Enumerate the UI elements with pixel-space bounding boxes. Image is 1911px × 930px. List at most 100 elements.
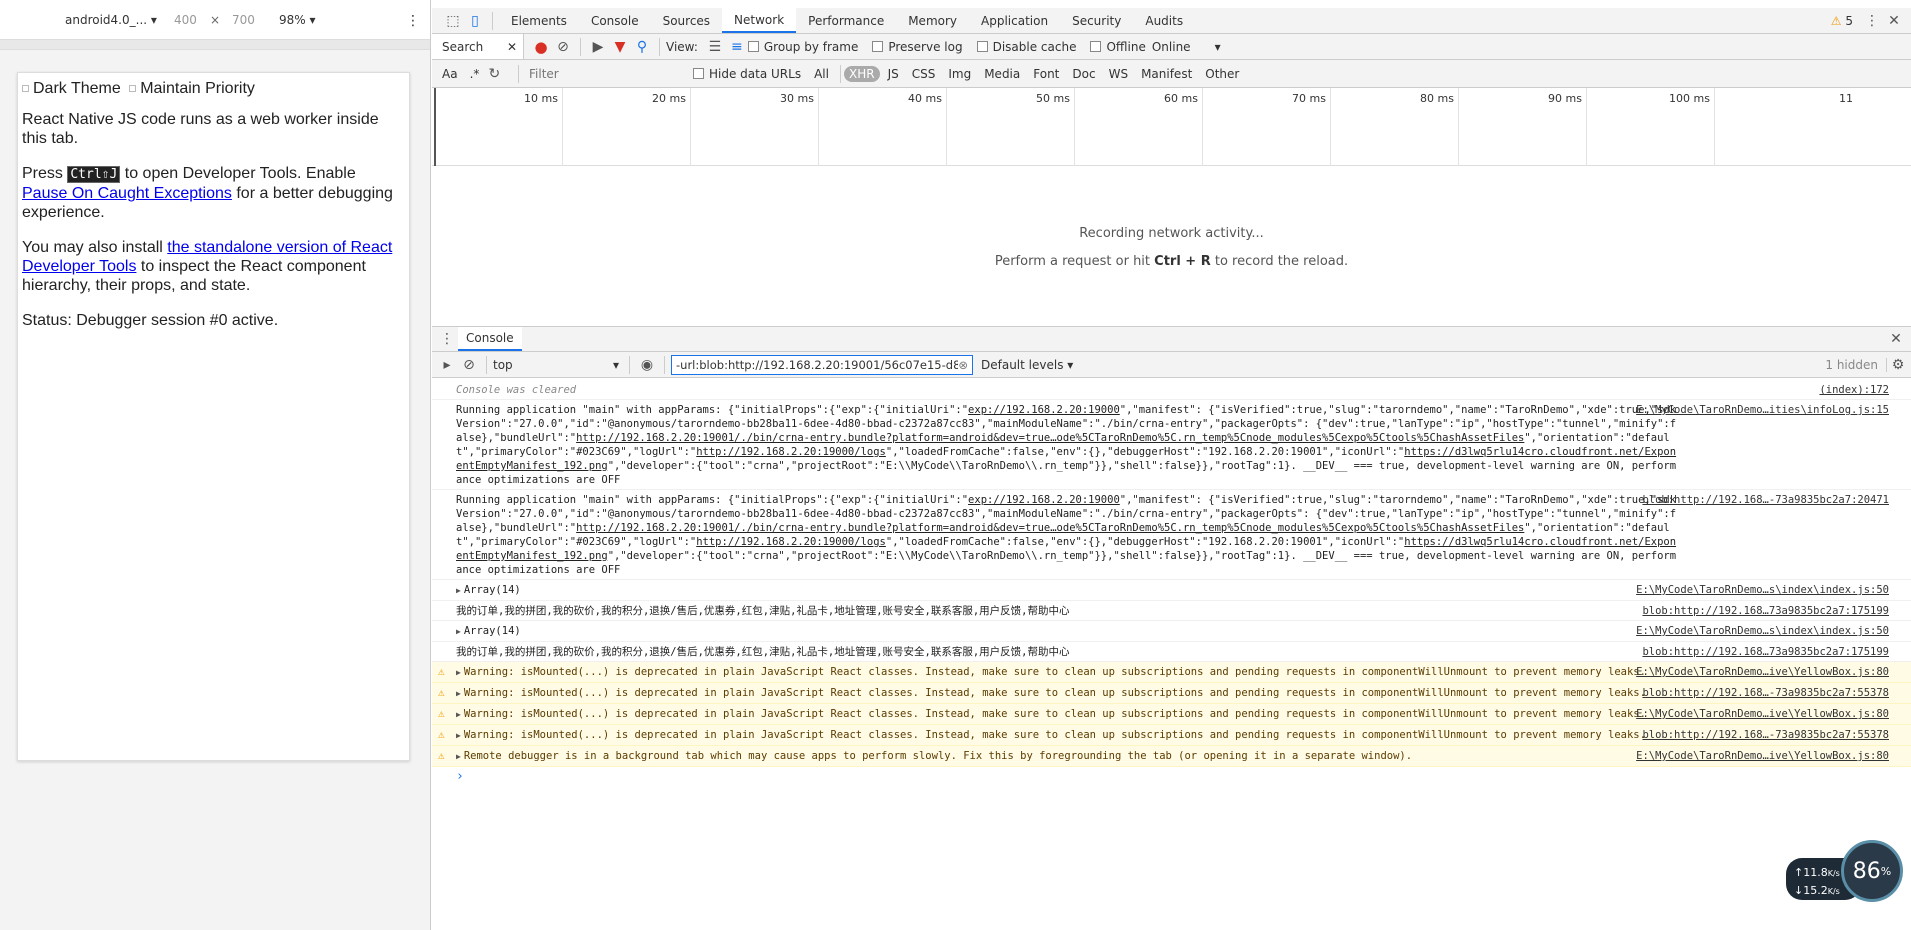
- console-prompt[interactable]: ›: [432, 767, 1911, 786]
- source-link[interactable]: E:\MyCode\TaroRnDemo…s\index\index.js:50: [1636, 583, 1889, 597]
- tab-elements[interactable]: Elements: [499, 8, 579, 33]
- tab-security[interactable]: Security: [1060, 8, 1133, 33]
- view-label: View:: [666, 39, 698, 54]
- throttle-select[interactable]: Online ▾: [1152, 40, 1221, 54]
- checkbox-icon[interactable]: [129, 85, 137, 93]
- timeline-tick: 40 ms: [818, 88, 946, 166]
- device-select[interactable]: android4.0_... ▾: [65, 13, 157, 27]
- filter-font[interactable]: Font: [1028, 66, 1064, 82]
- tab-memory[interactable]: Memory: [896, 8, 969, 33]
- gear-icon[interactable]: ⚙: [1887, 354, 1909, 376]
- filter-doc[interactable]: Doc: [1067, 66, 1100, 82]
- warning-icon: ⚠: [438, 665, 445, 678]
- inspect-icon[interactable]: ⬚: [442, 10, 464, 32]
- tab-performance[interactable]: Performance: [796, 8, 896, 33]
- timeline-tick: 20 ms: [562, 88, 690, 166]
- close-icon[interactable]: ✕: [1883, 10, 1905, 32]
- source-link[interactable]: E:\MyCode\TaroRnDemo…ities\infoLog.js:15: [1636, 403, 1889, 417]
- clear-console-icon[interactable]: ⊘: [458, 354, 480, 376]
- filter-img[interactable]: Img: [943, 66, 976, 82]
- offline-checkbox[interactable]: Offline: [1090, 40, 1146, 54]
- camera-icon[interactable]: ▶: [587, 36, 609, 58]
- waterfall-icon[interactable]: ≡: [726, 36, 748, 58]
- source-link[interactable]: blob:http://192.168…-73a9835bc2a7:20471: [1642, 493, 1889, 507]
- ruler: [0, 40, 430, 50]
- filter-manifest[interactable]: Manifest: [1136, 66, 1197, 82]
- console-message[interactable]: ▶ Array(14) E:\MyCode\TaroRnDemo…s\index\i…: [432, 621, 1911, 642]
- source-link[interactable]: E:\MyCode\TaroRnDemo…ive\YellowBox.js:80: [1636, 749, 1889, 763]
- sidebar-toggle-icon[interactable]: ▸: [436, 354, 458, 376]
- source-link[interactable]: E:\MyCode\TaroRnDemo…ive\YellowBox.js:80: [1636, 665, 1889, 679]
- warning-icon: ⚠: [1830, 13, 1842, 28]
- filter-all[interactable]: All: [809, 66, 834, 82]
- filter-media[interactable]: Media: [979, 66, 1025, 82]
- theme-line: Dark Theme Maintain Priority: [22, 79, 405, 98]
- record-icon[interactable]: ●: [530, 36, 552, 58]
- more-icon[interactable]: ⋮: [406, 13, 420, 29]
- console-warning[interactable]: ⚠ ▶ Remote debugger is in a background tab…: [432, 746, 1911, 767]
- height-input[interactable]: 700: [232, 13, 255, 27]
- tab-application[interactable]: Application: [969, 8, 1060, 33]
- hidden-count: 1 hidden: [1825, 357, 1887, 372]
- tab-console[interactable]: Console: [579, 8, 651, 33]
- close-icon[interactable]: ✕: [1885, 328, 1907, 350]
- drawer-header: ⋮ Console ✕: [432, 326, 1911, 352]
- context-select[interactable]: top ▾: [493, 358, 623, 372]
- width-input[interactable]: 400: [174, 13, 197, 27]
- match-case-button[interactable]: Aa: [442, 67, 458, 81]
- source-link[interactable]: blob:http://192.168…73a9835bc2a7:175199: [1642, 645, 1889, 659]
- filter-css[interactable]: CSS: [907, 66, 941, 82]
- pause-exceptions-link[interactable]: Pause On Caught Exceptions: [22, 185, 232, 202]
- source-link[interactable]: (index):172: [1819, 383, 1889, 397]
- console-warning[interactable]: ⚠ ▶ Warning: isMounted(...) is deprecated …: [432, 704, 1911, 725]
- filter-xhr[interactable]: XHR: [843, 65, 880, 82]
- refresh-icon[interactable]: ↻: [483, 63, 505, 85]
- group-by-frame-checkbox[interactable]: Group by frame: [747, 40, 858, 54]
- eye-icon[interactable]: ◉: [636, 354, 658, 376]
- source-link[interactable]: blob:http://192.168…-73a9835bc2a7:55378: [1642, 728, 1889, 742]
- search-icon[interactable]: ⚲: [631, 36, 653, 58]
- zoom-select[interactable]: 98% ▾: [279, 13, 316, 27]
- device-toggle-icon[interactable]: ▯: [464, 10, 486, 32]
- list-view-icon[interactable]: ☰: [704, 36, 726, 58]
- disable-cache-checkbox[interactable]: Disable cache: [976, 40, 1076, 54]
- filter-js[interactable]: JS: [883, 66, 904, 82]
- search-panel-tab[interactable]: Search ✕: [432, 34, 524, 59]
- timeline-tick: 90 ms: [1458, 88, 1586, 166]
- clear-icon[interactable]: ⊘: [552, 36, 574, 58]
- tab-audits[interactable]: Audits: [1133, 8, 1195, 33]
- filter-ws[interactable]: WS: [1104, 66, 1133, 82]
- preserve-log-checkbox[interactable]: Preserve log: [872, 40, 963, 54]
- hide-data-urls-checkbox[interactable]: Hide data URLs: [693, 67, 801, 81]
- source-link[interactable]: E:\MyCode\TaroRnDemo…s\index\index.js:50: [1636, 624, 1889, 638]
- console-warning[interactable]: ⚠ ▶ Warning: isMounted(...) is deprecated …: [432, 683, 1911, 704]
- network-empty-state: Recording network activity... Perform a …: [994, 226, 1349, 269]
- warning-counter[interactable]: ⚠ 5: [1831, 14, 1853, 28]
- drawer-menu-icon[interactable]: ⋮: [436, 328, 458, 350]
- console-filter-input[interactable]: -url:blob:http://192.168.2.20:19001/56c0…: [671, 354, 973, 375]
- tab-sources[interactable]: Sources: [651, 8, 722, 33]
- source-link[interactable]: E:\MyCode\TaroRnDemo…ive\YellowBox.js:80: [1636, 707, 1889, 721]
- network-timeline: 10 ms 20 ms 30 ms 40 ms 50 ms 60 ms 70 m…: [432, 88, 1911, 166]
- clear-input-icon[interactable]: ⊗: [958, 358, 968, 372]
- timeline-tick: 10 ms: [434, 88, 562, 166]
- source-link[interactable]: blob:http://192.168…73a9835bc2a7:175199: [1642, 604, 1889, 618]
- tab-network[interactable]: Network: [722, 8, 797, 33]
- react-devtools-hint: You may also install the standalone vers…: [22, 239, 393, 294]
- checkbox-icon[interactable]: [22, 85, 29, 93]
- timeline-tick: 30 ms: [690, 88, 818, 166]
- console-warning[interactable]: ⚠ ▶ Warning: isMounted(...) is deprecated …: [432, 725, 1911, 746]
- filter-icon[interactable]: ▼: [609, 36, 631, 58]
- console-warning[interactable]: ⚠ ▶ Warning: isMounted(...) is deprecated …: [432, 662, 1911, 683]
- drawer-tab-console[interactable]: Console: [458, 327, 522, 351]
- filter-other[interactable]: Other: [1200, 66, 1244, 82]
- more-icon[interactable]: ⋮: [1861, 10, 1883, 32]
- log-levels-select[interactable]: Default levels ▾: [981, 358, 1073, 372]
- filter-input[interactable]: [525, 64, 685, 83]
- close-icon[interactable]: ✕: [507, 40, 517, 54]
- timeline-tick: 70 ms: [1202, 88, 1330, 166]
- device-toolbar: android4.0_... ▾ 400 × 700 98% ▾ ⋮: [0, 0, 430, 40]
- console-message[interactable]: ▶ Array(14) E:\MyCode\TaroRnDemo…s\index\i…: [432, 580, 1911, 601]
- regex-button[interactable]: .*: [470, 67, 480, 81]
- source-link[interactable]: blob:http://192.168…-73a9835bc2a7:55378: [1642, 686, 1889, 700]
